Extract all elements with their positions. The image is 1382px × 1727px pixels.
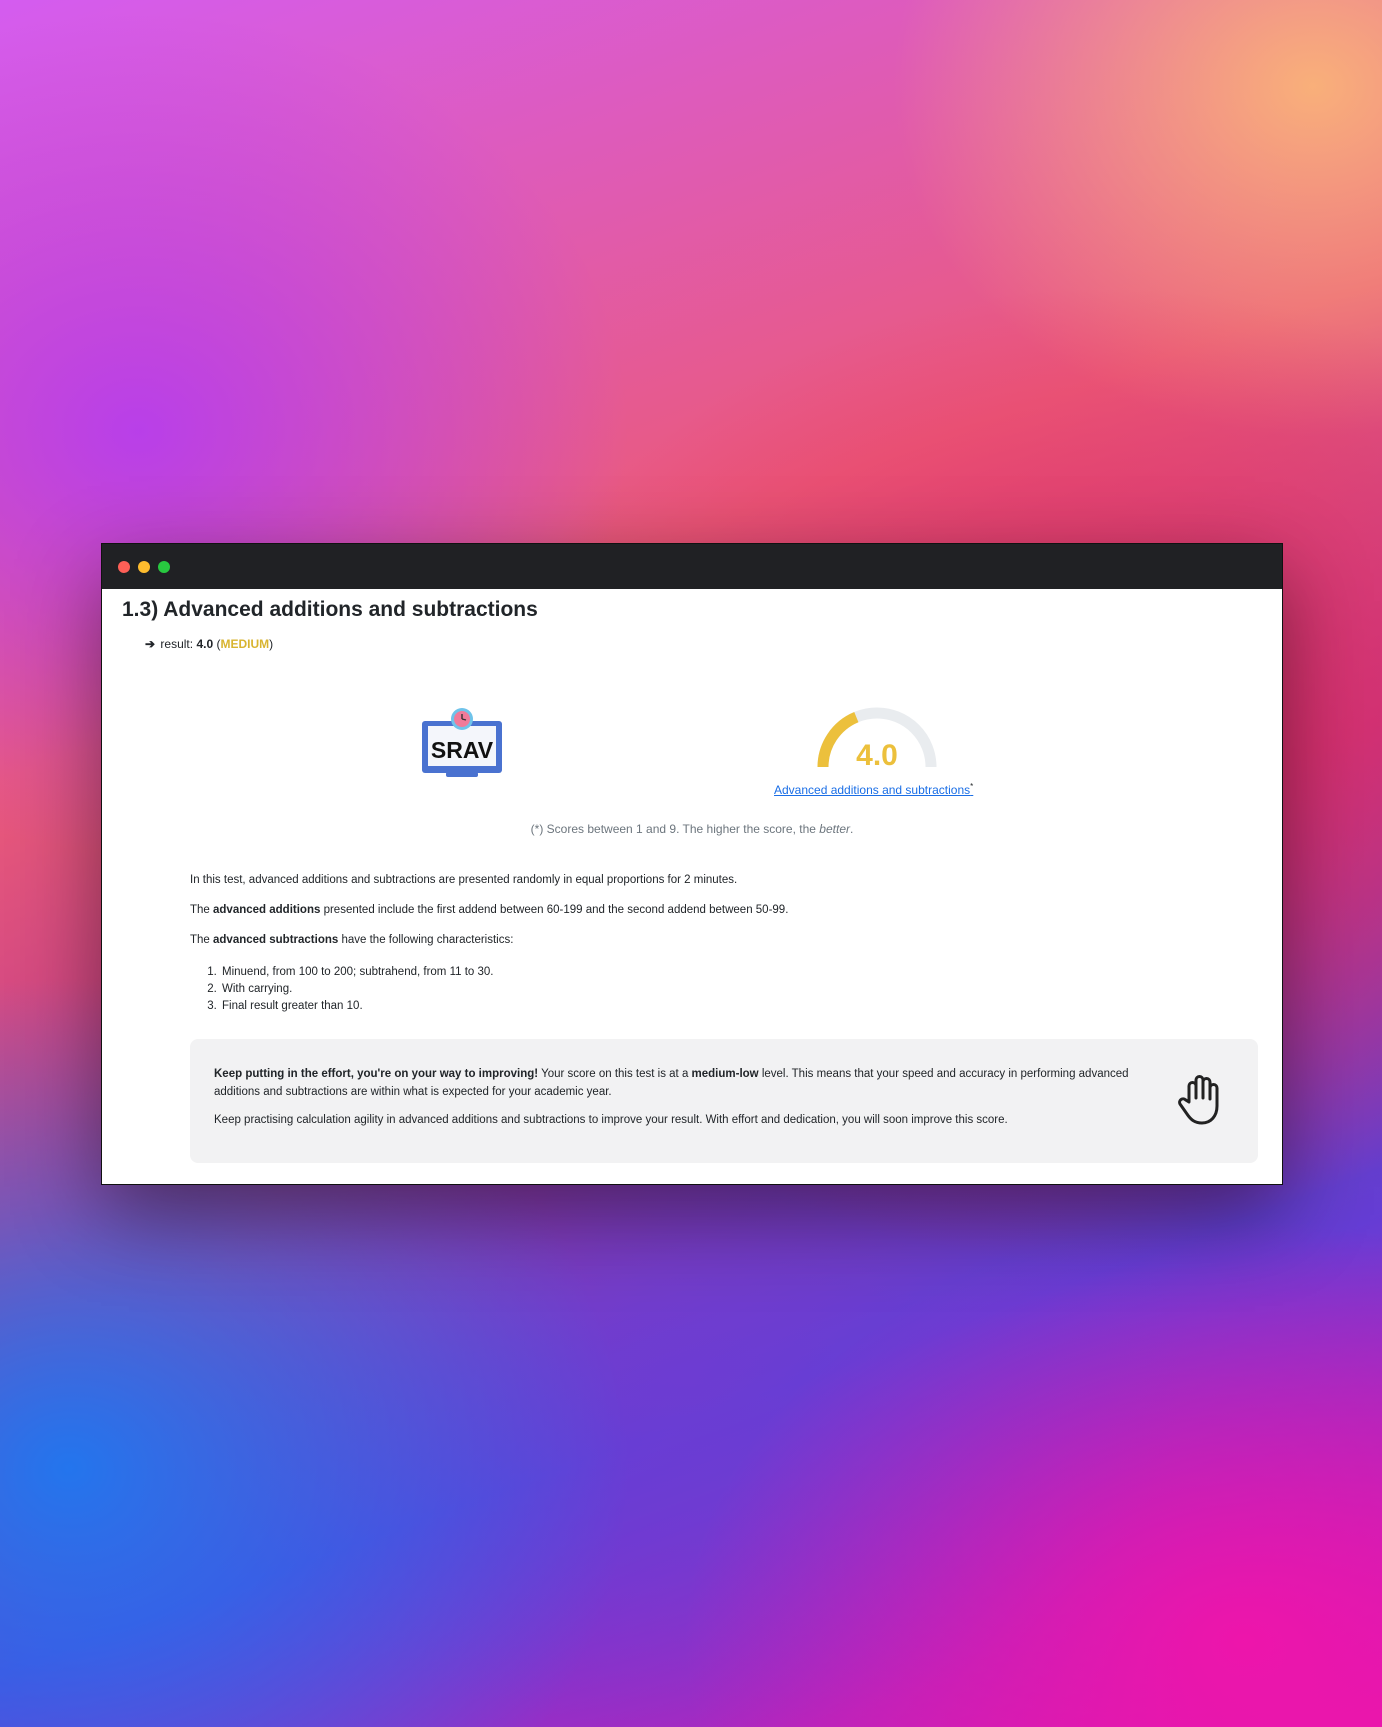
list-item: Final result greater than 10.: [220, 998, 493, 1015]
minimize-window-button[interactable]: [138, 561, 150, 573]
note-emphasis: better: [819, 822, 850, 836]
feedback-level: medium-low: [691, 1068, 759, 1080]
browser-window: 1.3) Advanced additions and subtractions…: [101, 543, 1283, 1185]
p2-bold: advanced additions: [213, 904, 321, 916]
p2-prefix: The: [190, 904, 214, 916]
feedback-paragraph-1: Keep putting in the effort, you're on yo…: [214, 1065, 1154, 1101]
description-paragraph-1: In this test, advanced additions and sub…: [190, 874, 738, 886]
window-titlebar: [102, 544, 1282, 589]
section-title: 1.3) Advanced additions and subtractions: [122, 598, 538, 621]
note-text: (*) Scores between 1 and 9. The higher t…: [530, 822, 820, 836]
list-item: With carrying.: [220, 981, 493, 998]
gauge-link-text: Advanced additions and subtractions: [774, 783, 971, 797]
p3-prefix: The: [190, 934, 214, 946]
list-item: Minuend, from 100 to 200; subtrahend, fr…: [220, 964, 493, 981]
arrow-right-icon: ➔: [145, 637, 156, 651]
p2-suffix: presented include the first addend betwe…: [320, 904, 789, 916]
feedback-box: Keep putting in the effort, you're on yo…: [190, 1039, 1258, 1163]
description-paragraph-2: The advanced additions presented include…: [190, 904, 788, 916]
result-label: result:: [160, 637, 194, 651]
result-score: 4.0: [196, 637, 214, 651]
gauge-asterisk: *: [970, 782, 974, 791]
feedback-text-1: Your score on this test is at a: [538, 1068, 692, 1080]
p3-bold: advanced subtractions: [213, 934, 339, 946]
p3-suffix: have the following characteristics:: [338, 934, 514, 946]
srav-logo: SRAV: [422, 708, 502, 777]
report-content: 1.3) Advanced additions and subtractions…: [102, 589, 1282, 1184]
result-level: MEDIUM: [220, 637, 270, 651]
gauge-test-link[interactable]: Advanced additions and subtractions*: [774, 782, 973, 797]
maximize-window-button[interactable]: [158, 561, 170, 573]
feedback-paragraph-2: Keep practising calculation agility in a…: [214, 1114, 1008, 1126]
close-window-button[interactable]: [118, 561, 130, 573]
score-range-note: (*) Scores between 1 and 9. The higher t…: [102, 822, 1282, 836]
result-paren-close: ): [269, 637, 274, 651]
gauge-value: 4.0: [856, 739, 898, 772]
raised-hand-icon: [1178, 1075, 1219, 1125]
result-line: ➔ result: 4.0 (MEDIUM): [145, 637, 273, 651]
description-paragraph-3: The advanced subtractions have the follo…: [190, 934, 513, 946]
subtraction-rules-list: Minuend, from 100 to 200; subtrahend, fr…: [190, 964, 493, 1015]
note-period: .: [849, 822, 854, 836]
srav-logo-text: SRAV: [431, 737, 494, 763]
feedback-lead: Keep putting in the effort, you're on yo…: [214, 1068, 539, 1080]
